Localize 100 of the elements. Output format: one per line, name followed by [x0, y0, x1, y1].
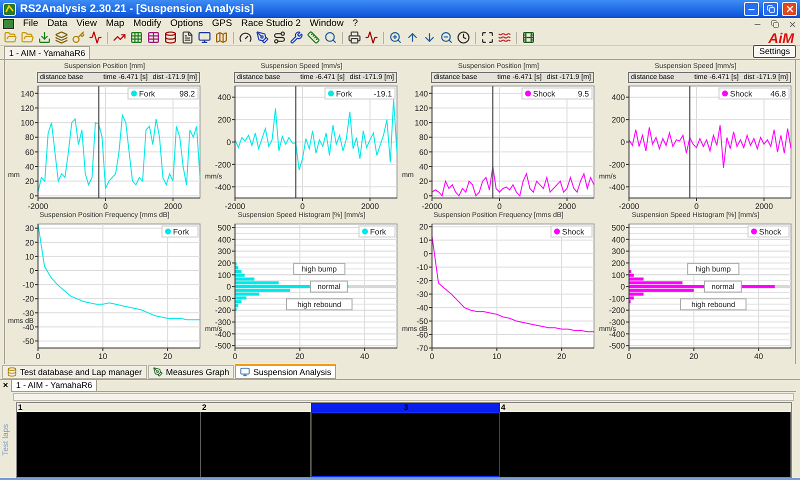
tick-label: 2000 [361, 202, 379, 211]
menu-item[interactable]: Window [310, 18, 344, 30]
ruler-icon[interactable] [307, 31, 320, 44]
legend-label: Shock [533, 90, 556, 98]
minimize-button[interactable] [744, 2, 759, 16]
menu-item[interactable]: View [76, 18, 97, 30]
restore-button[interactable] [763, 2, 778, 16]
clock-icon[interactable] [457, 31, 470, 44]
wrench-icon[interactable] [290, 31, 303, 44]
route-icon[interactable] [273, 31, 286, 44]
restore-icon[interactable] [771, 20, 779, 28]
tick-label: -2000 [28, 202, 48, 211]
trend-icon[interactable] [113, 31, 126, 44]
tick-label: 500 [218, 224, 231, 233]
tick-label: 0 [497, 202, 502, 211]
arrow-down-icon[interactable] [423, 31, 436, 44]
map-icon[interactable] [215, 31, 228, 44]
tick-label: -10 [416, 263, 428, 272]
wave-icon[interactable] [498, 31, 511, 44]
tick-label: 400 [612, 93, 625, 102]
tick-label: 200 [218, 258, 231, 268]
view-tab[interactable]: Suspension Analysis [235, 364, 336, 379]
document-tab[interactable]: 1 - AIM - YamahaR6 [11, 379, 98, 391]
menu-item[interactable]: ? [352, 18, 358, 30]
close-button[interactable]: × [2, 380, 8, 390]
film-icon[interactable] [522, 31, 535, 44]
zoom-in-icon[interactable] [389, 31, 402, 44]
tick-label: -70 [416, 344, 428, 353]
gauge-icon[interactable] [239, 31, 252, 44]
tick-label: -400 [608, 182, 625, 192]
menu-item[interactable]: GPS [212, 18, 232, 30]
legend-box [522, 88, 592, 100]
pulse-icon[interactable] [89, 31, 102, 44]
menu-item[interactable]: File [23, 18, 38, 30]
pulse-icon[interactable] [365, 31, 378, 44]
tick-label: 80 [419, 133, 428, 142]
close-icon[interactable] [788, 20, 797, 28]
zoom-out-icon[interactable] [440, 31, 453, 44]
tick-label: -200 [214, 306, 231, 316]
close-icon [784, 4, 794, 14]
tick-label: -2000 [224, 202, 246, 211]
tick-label: 400 [218, 93, 231, 102]
view-tab[interactable]: Test database and Lap manager [2, 365, 147, 379]
legend-label: Shock [759, 228, 782, 236]
menu-item[interactable]: Map [106, 18, 124, 30]
tick-label: -200 [214, 160, 231, 170]
menu-item[interactable]: Options [170, 18, 204, 30]
tick-label: 100 [218, 270, 231, 280]
lap-header[interactable]: 1 [17, 403, 201, 412]
tick-label: 200 [218, 116, 231, 125]
tick-label: -60 [416, 330, 428, 340]
tick-label: 10 [98, 352, 108, 361]
printer-icon[interactable] [348, 31, 361, 44]
tick-label: 400 [218, 235, 231, 244]
legend-label: Fork [336, 90, 352, 98]
tick-label: -50 [22, 336, 34, 346]
lap-header[interactable]: 4 [500, 403, 791, 412]
scroll-bar[interactable] [13, 393, 794, 401]
legend-box [128, 88, 198, 100]
tick-label: -400 [608, 330, 625, 339]
tick-label: 20 [419, 177, 428, 186]
menu-item[interactable]: Modify [133, 18, 162, 30]
pen-icon[interactable] [256, 31, 269, 44]
legend-box [550, 226, 592, 238]
database-icon[interactable] [164, 31, 177, 44]
tick-label: 0 [620, 282, 625, 292]
pen-icon [152, 367, 163, 377]
tick-label: -300 [214, 318, 231, 328]
menu-item[interactable]: Race Studio 2 [241, 18, 301, 30]
search-icon[interactable] [324, 31, 337, 44]
tick-label: -2000 [422, 202, 442, 211]
tick-label: 0 [30, 192, 34, 201]
lap-header[interactable]: 2 [201, 403, 311, 412]
arrow-up-icon[interactable] [406, 31, 419, 44]
table-icon[interactable] [147, 31, 160, 44]
settings-button[interactable]: Settings [753, 45, 796, 58]
key-icon[interactable] [72, 31, 85, 44]
tick-label: 20 [689, 352, 698, 361]
tab-label: Suspension Analysis [253, 366, 332, 378]
maximize-icon[interactable] [481, 31, 494, 44]
tick-label: -20 [416, 276, 428, 286]
tick-label: 0 [226, 282, 231, 292]
tick-label: -200 [608, 160, 625, 170]
monitor-icon[interactable] [198, 31, 211, 44]
menu-item[interactable]: Data [47, 18, 68, 30]
download-icon[interactable] [38, 31, 51, 44]
legend-label: Fork [139, 90, 155, 98]
tick-label: 0 [300, 202, 305, 211]
view-tab[interactable]: Measures Graph [148, 365, 234, 379]
layers-icon[interactable] [55, 31, 68, 44]
close-button[interactable] [782, 2, 797, 16]
grid-icon[interactable] [130, 31, 143, 44]
tick-label: -10 [22, 280, 34, 290]
tick-label: 500 [612, 224, 625, 233]
tick-label: 10 [492, 352, 502, 361]
legend-label: Shock [562, 228, 584, 236]
document-tab[interactable]: 1 - AIM - YamahaR6 [4, 46, 90, 59]
legend-box [358, 226, 396, 238]
tick-label: 10 [419, 236, 428, 246]
legend-box [162, 226, 198, 238]
